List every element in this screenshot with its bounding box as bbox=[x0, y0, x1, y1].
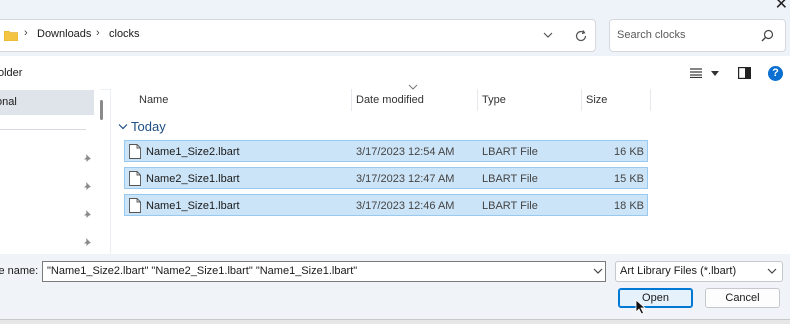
file-type: LBART File bbox=[482, 200, 538, 212]
file-date: 3/17/2023 12:54 AM bbox=[356, 146, 455, 158]
breadcrumb-separator: › bbox=[96, 27, 100, 39]
open-button[interactable]: Open bbox=[618, 288, 693, 308]
chevron-down-icon[interactable] bbox=[541, 28, 555, 42]
folder-icon bbox=[4, 31, 18, 41]
file-name-label: le name: bbox=[0, 265, 39, 277]
preview-pane-icon[interactable] bbox=[738, 67, 751, 79]
column-header-type[interactable]: Type bbox=[482, 94, 506, 106]
toolbar bbox=[0, 56, 790, 90]
file-date: 3/17/2023 12:46 AM bbox=[356, 200, 455, 212]
refresh-icon[interactable] bbox=[573, 28, 589, 44]
breadcrumb-clocks[interactable]: clocks bbox=[109, 28, 140, 40]
column-header-size[interactable]: Size bbox=[586, 94, 607, 106]
file-name: Name1_Size1.lbart bbox=[146, 200, 240, 212]
mouse-cursor-icon bbox=[635, 299, 647, 315]
nav-scrollbar[interactable] bbox=[100, 100, 103, 120]
chevron-down-icon[interactable] bbox=[593, 267, 603, 275]
breadcrumb-separator: › bbox=[24, 27, 28, 39]
chevron-down-icon[interactable] bbox=[767, 267, 777, 275]
file-size: 16 KB bbox=[614, 146, 644, 158]
title-bar bbox=[0, 0, 790, 16]
chevron-down-icon[interactable] bbox=[711, 71, 719, 76]
file-icon bbox=[129, 171, 141, 186]
file-icon bbox=[129, 198, 141, 213]
search-icon[interactable] bbox=[761, 29, 774, 42]
group-collapse-icon[interactable] bbox=[118, 123, 128, 131]
column-header-date[interactable]: Date modified bbox=[356, 94, 424, 106]
column-header-name[interactable]: Name bbox=[139, 94, 168, 106]
pin-icon bbox=[83, 182, 91, 191]
help-icon[interactable]: ? bbox=[768, 66, 783, 81]
nav-divider bbox=[0, 129, 86, 130]
group-header-today[interactable]: Today bbox=[131, 119, 166, 134]
search-placeholder: Search clocks bbox=[617, 29, 686, 41]
file-name: Name1_Size2.lbart bbox=[146, 146, 240, 158]
column-divider[interactable] bbox=[650, 89, 651, 111]
new-folder-button[interactable]: older bbox=[0, 67, 22, 79]
pin-icon bbox=[83, 238, 91, 247]
pin-icon bbox=[83, 154, 91, 163]
file-icon bbox=[129, 144, 141, 159]
column-divider[interactable] bbox=[477, 89, 478, 111]
file-type-value: Art Library Files (*.lbart) bbox=[620, 265, 737, 277]
pin-icon bbox=[83, 210, 91, 219]
column-divider[interactable] bbox=[581, 89, 582, 111]
column-divider[interactable] bbox=[351, 89, 352, 111]
breadcrumb-downloads[interactable]: Downloads bbox=[37, 28, 91, 40]
file-type: LBART File bbox=[482, 173, 538, 185]
cancel-button[interactable]: Cancel bbox=[705, 288, 780, 308]
file-name-value[interactable]: "Name1_Size2.lbart" "Name2_Size1.lbart" … bbox=[47, 265, 357, 277]
view-list-icon[interactable] bbox=[690, 68, 702, 78]
file-name: Name2_Size1.lbart bbox=[146, 173, 240, 185]
sort-caret-icon bbox=[408, 84, 418, 90]
close-icon[interactable]: ✕ bbox=[775, 0, 788, 14]
file-date: 3/17/2023 12:47 AM bbox=[356, 173, 455, 185]
file-size: 18 KB bbox=[614, 200, 644, 212]
window-edge bbox=[0, 319, 790, 324]
file-size: 15 KB bbox=[614, 173, 644, 185]
file-type: LBART File bbox=[482, 146, 538, 158]
nav-item-label: onal bbox=[0, 96, 17, 108]
